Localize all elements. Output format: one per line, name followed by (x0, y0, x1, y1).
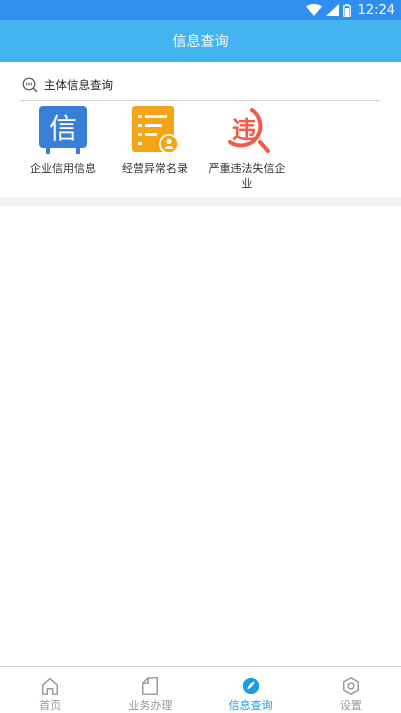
tab-home[interactable]: 首页 (0, 667, 100, 713)
tile-abnormal-list[interactable]: 经营异常名录 (112, 106, 198, 176)
serious-violation-icon: 违 (222, 106, 272, 154)
section-title: 主体信息查询 (44, 78, 113, 92)
tab-business[interactable]: 业务办理 (100, 667, 200, 713)
tile-label: 企业信用信息 (30, 162, 96, 175)
tab-label: 首页 (39, 699, 62, 712)
app-bar: 信息查询 (0, 20, 401, 62)
document-icon (142, 677, 159, 695)
svg-text:信: 信 (49, 112, 77, 145)
tile-serious-violation[interactable]: 违 严重违法失信企业 (204, 106, 290, 191)
battery-icon (342, 3, 351, 17)
credit-info-icon: 信 (38, 106, 88, 154)
query-grid: 信 企业信用信息 经营异常名录 违 严重违法失信企业 (20, 106, 380, 192)
tab-label: 信息查询 (228, 699, 273, 712)
info-query-icon (242, 677, 259, 695)
tile-label: 严重违法失信企业 (208, 162, 286, 190)
settings-icon (342, 677, 359, 695)
home-icon (42, 678, 59, 695)
screen: 12:24 信息查询 主体信息查询 信 企业信用信息 经营异常名录 违 严重违法… (0, 0, 401, 713)
section-divider (0, 197, 401, 206)
bottom-tab-bar: 首页 业务办理 信息查询 设置 (0, 666, 401, 713)
status-bar: 12:24 (0, 0, 401, 20)
tab-settings[interactable]: 设置 (301, 667, 401, 713)
tile-credit-info[interactable]: 信 企业信用信息 (20, 106, 106, 176)
wifi-icon (305, 4, 322, 16)
status-time: 12:24 (357, 2, 395, 18)
signal-icon (325, 4, 339, 16)
section-header: 主体信息查询 (20, 70, 380, 101)
tab-label: 业务办理 (128, 699, 173, 712)
svg-text:违: 违 (232, 116, 256, 144)
search-magnifier-icon (22, 77, 38, 93)
tab-label: 设置 (339, 699, 362, 712)
page-title: 信息查询 (172, 34, 229, 50)
tab-info-query[interactable]: 信息查询 (201, 667, 301, 713)
abnormal-list-icon (130, 106, 180, 154)
tile-label: 经营异常名录 (122, 162, 188, 175)
